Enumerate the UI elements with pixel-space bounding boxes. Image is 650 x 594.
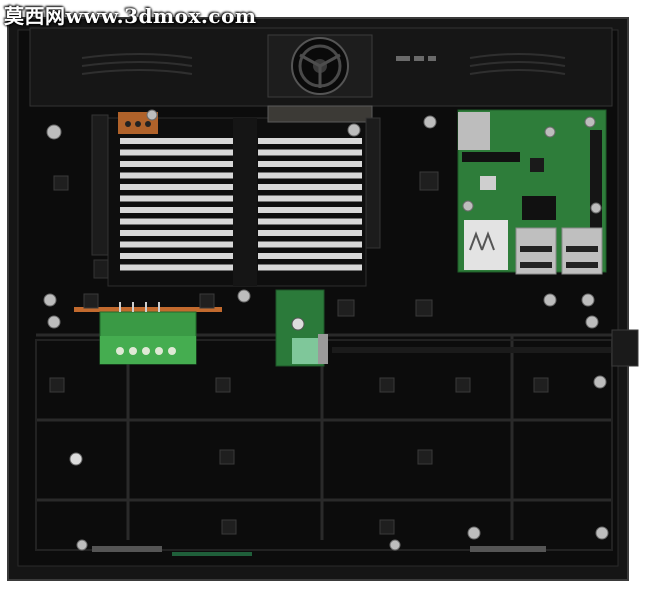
heatsink-fin bbox=[258, 241, 362, 248]
heatsink-fin bbox=[120, 264, 233, 271]
heatsink-fin bbox=[120, 195, 233, 202]
heatsink-fin bbox=[258, 149, 362, 156]
heatsink-fin bbox=[120, 149, 233, 156]
enclosure-scene bbox=[7, 17, 639, 581]
heatsink-fin bbox=[120, 184, 233, 190]
cable-gland bbox=[611, 329, 639, 367]
heatsink-fin bbox=[258, 253, 362, 259]
fan-icon bbox=[267, 34, 373, 98]
cad-render: 莫西网www.3dmox.com bbox=[0, 0, 650, 590]
heatsink-fin bbox=[258, 184, 362, 190]
heatsink-fin bbox=[120, 161, 233, 167]
heatsink-fin bbox=[258, 207, 362, 213]
heatsink-fin bbox=[120, 253, 233, 259]
heatsink-fin bbox=[258, 161, 362, 167]
heatsink-fin bbox=[258, 264, 362, 271]
heatsink bbox=[107, 117, 367, 287]
heatsink-fin bbox=[120, 218, 233, 225]
heatsink-fin bbox=[258, 138, 362, 144]
watermark-text: 莫西网www.3dmox.com bbox=[4, 4, 257, 28]
heatsink-bracket bbox=[267, 105, 373, 123]
port-label-glyphs bbox=[396, 56, 436, 61]
heatsink-fin bbox=[258, 230, 362, 236]
heatsink-fin bbox=[120, 241, 233, 248]
heatsink-fin bbox=[258, 195, 362, 202]
heatsink-fin bbox=[258, 172, 362, 179]
heatsink-fin bbox=[258, 218, 362, 225]
pcb-module bbox=[275, 289, 328, 367]
heatsink-fin bbox=[120, 138, 233, 144]
heatsink-fin bbox=[120, 230, 233, 236]
heatsink-fin bbox=[120, 207, 233, 213]
heatsink-fin bbox=[120, 172, 233, 179]
